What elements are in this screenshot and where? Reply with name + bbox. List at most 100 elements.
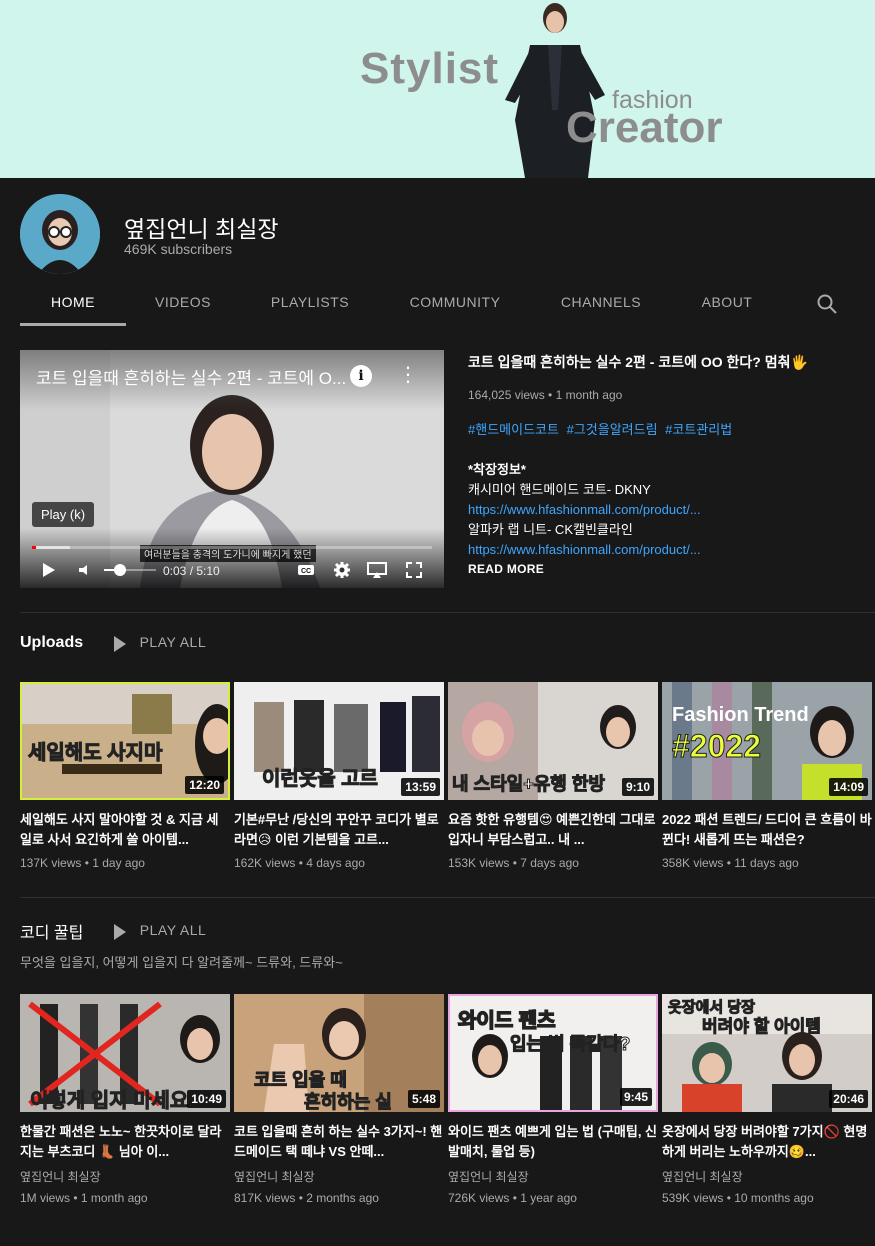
info-icon[interactable]: i (350, 365, 372, 387)
video-title[interactable]: 2022 패션 트렌드/ 드디어 큰 흐름이 바뀐다! 새롭게 뜨는 패션은? (662, 810, 872, 850)
banner-text-stylist: Stylist (360, 44, 500, 93)
video-channel[interactable]: 옆집언니 최실장 (234, 1168, 444, 1185)
thumbnail-text-sub: 입는 법 똑같다? (509, 1034, 631, 1055)
video-thumbnail[interactable]: 세일해도 사지마 12:20 (20, 682, 230, 800)
play-icon (113, 923, 126, 940)
play-icon[interactable] (40, 560, 58, 580)
thumbnail-text-year: #2022 (672, 728, 762, 765)
video-meta: 726K views • 1 year ago (448, 1191, 577, 1205)
search-icon[interactable] (815, 292, 839, 316)
featured-video-player[interactable]: 코트 입을때 흔히하는 실수 2편 - 코트에 O... i ⋮ Play (k… (20, 350, 444, 588)
video-meta: 1M views • 1 month ago (20, 1191, 148, 1205)
video-title[interactable]: 요즘 핫한 유행템😍 예쁜긴한데 그대로 입자니 부담스럽고.. 내 ... (448, 810, 658, 850)
video-card[interactable]: 옷장에서 당장 버려야 할 아이템 20:46 옷장에서 당장 버려야할 7가지… (662, 994, 872, 1205)
video-thumbnail[interactable]: 옷장에서 당장 버려야 할 아이템 20:46 (662, 994, 872, 1112)
video-thumbnail[interactable]: 이렇게 입지 마세요 10:49 (20, 994, 230, 1112)
video-channel[interactable]: 옆집언니 최실장 (20, 1168, 230, 1185)
video-title[interactable]: 옷장에서 당장 버려야할 7가지🚫 현명하게 버리는 노하우까지🥴... (662, 1122, 872, 1162)
settings-gear-icon[interactable] (332, 560, 352, 580)
video-title[interactable]: 세일해도 사지 말아야할 것 & 지금 세일로 사서 요긴하게 쓸 아이템... (20, 810, 230, 850)
shelf-header-coordi-tips: 코디 꿀팁 PLAY ALL (20, 919, 206, 943)
video-card[interactable]: 이런옷을 고르 13:59 기본#무난 /당신의 꾸안꾸 코디가 별로라면😥 이… (234, 682, 444, 870)
thumbnail-text: 세일해도 사지마 (27, 742, 163, 765)
video-title[interactable]: 한물간 패션은 노노~ 한끗차이로 달라지는 부츠코디 👢 님아 이... (20, 1122, 230, 1162)
video-description: *착장정보* 캐시미어 핸드메이드 코트- DKNY https://www.h… (468, 460, 868, 560)
video-card[interactable]: 코트 입을 때 흔히하는 실 5:48 코트 입을때 흔히 하는 실수 3가지~… (234, 994, 444, 1205)
thumbnail-text: 와이드 팬츠 (457, 1009, 556, 1033)
video-meta: 817K views • 2 months ago (234, 1191, 379, 1205)
desc-line: 캐시미어 핸드메이드 코트- DKNY (468, 482, 651, 497)
play-all-button[interactable]: PLAY ALL (113, 922, 207, 940)
section-divider (20, 897, 875, 898)
avatar-image (20, 194, 100, 274)
video-card[interactable]: 내 스타일+유행 한방 9:10 요즘 핫한 유행템😍 예쁜긴한데 그대로 입자… (448, 682, 658, 870)
video-duration: 5:48 (407, 1090, 440, 1108)
video-meta: 153K views • 7 days ago (448, 856, 579, 870)
video-thumbnail[interactable]: 이런옷을 고르 13:59 (234, 682, 444, 800)
video-card[interactable]: 세일해도 사지마 12:20 세일해도 사지 말아야할 것 & 지금 세일로 사… (20, 682, 230, 870)
video-meta: 539K views • 10 months ago (662, 1191, 814, 1205)
fullscreen-icon[interactable] (404, 560, 424, 580)
tab-home[interactable]: HOME (20, 280, 126, 326)
video-duration: 12:20 (185, 776, 224, 794)
desc-line: 알파카 랩 니트- CK캘빈클라인 (468, 522, 633, 537)
featured-video-title[interactable]: 코트 입을때 흔히하는 실수 2편 - 코트에 OO 한다? 멈춰🖐 (468, 352, 868, 372)
channel-tabs: HOME VIDEOS PLAYLISTS COMMUNITY CHANNELS… (0, 280, 875, 326)
video-duration: 9:10 (621, 778, 654, 796)
video-title[interactable]: 코트 입을때 흔히 하는 실수 3가지~! 핸드메이드 택 떼냐 VS 안떼..… (234, 1122, 444, 1162)
video-meta: 162K views • 4 days ago (234, 856, 365, 870)
hashtag-link[interactable]: #그것을알려드림 (567, 422, 658, 437)
channel-banner: Stylist fashion Creator (0, 0, 875, 178)
desc-link[interactable]: https://www.hfashionmall.com/product/... (468, 500, 868, 520)
banner-text-creator: Creator (566, 103, 723, 152)
video-card[interactable]: Fashion Trend #2022 14:09 2022 패션 트렌드/ 드… (662, 682, 872, 870)
captions-icon[interactable]: CC (296, 560, 316, 580)
play-all-button[interactable]: PLAY ALL (113, 634, 207, 652)
tab-about[interactable]: ABOUT (688, 280, 766, 326)
play-all-label: PLAY ALL (139, 922, 207, 939)
tab-videos[interactable]: VIDEOS (140, 280, 226, 326)
tab-community[interactable]: COMMUNITY (396, 280, 514, 326)
play-tooltip: Play (k) (32, 502, 95, 527)
shelf-title[interactable]: 코디 꿀팁 (20, 919, 83, 943)
thumbnail-text: 이런옷을 고르 (262, 768, 379, 791)
hashtag-link[interactable]: #핸드메이드코트 (468, 422, 559, 437)
video-channel[interactable]: 옆집언니 최실장 (448, 1168, 658, 1185)
video-thumbnail[interactable]: 내 스타일+유행 한방 9:10 (448, 682, 658, 800)
progress-bar[interactable] (32, 546, 432, 549)
thumbnail-text-sub: 흔히하는 실 (304, 1092, 393, 1113)
airplay-icon[interactable] (366, 560, 388, 580)
tab-channels[interactable]: CHANNELS (548, 280, 654, 326)
video-title[interactable]: 와이드 팬츠 예쁘게 입는 법 (구매팁, 신발매치, 룰업 등) (448, 1122, 658, 1162)
shelf-title[interactable]: Uploads (20, 634, 83, 652)
svg-text:CC: CC (301, 568, 311, 575)
more-vert-icon[interactable]: ⋮ (398, 364, 418, 388)
video-channel[interactable]: 옆집언니 최실장 (662, 1168, 872, 1185)
video-card[interactable]: 와이드 팬츠 입는 법 똑같다? 9:45 와이드 팬츠 예쁘게 입는 법 (구… (448, 994, 658, 1205)
video-card[interactable]: 이렇게 입지 마세요 10:49 한물간 패션은 노노~ 한끗차이로 달라지는 … (20, 994, 230, 1205)
desc-heading: *착장정보* (468, 462, 526, 477)
volume-slider[interactable] (102, 560, 158, 580)
thumbnail-text-sub: 버려야 할 아이템 (702, 1017, 822, 1037)
play-all-label: PLAY ALL (139, 634, 207, 651)
volume-icon[interactable] (76, 560, 94, 580)
hashtag-link[interactable]: #코트관리법 (665, 422, 732, 437)
read-more-button[interactable]: READ MORE (468, 562, 868, 576)
video-thumbnail[interactable]: 코트 입을 때 흔히하는 실 5:48 (234, 994, 444, 1112)
subscriber-count: 469K subscribers (124, 241, 233, 257)
video-thumbnail[interactable]: Fashion Trend #2022 14:09 (662, 682, 872, 800)
video-title[interactable]: 기본#무난 /당신의 꾸안꾸 코디가 별로라면😥 이런 기본템을 고르... (234, 810, 444, 850)
player-title[interactable]: 코트 입을때 흔히하는 실수 2편 - 코트에 O... (36, 364, 346, 389)
video-meta: 358K views • 11 days ago (662, 856, 799, 870)
tab-playlists[interactable]: PLAYLISTS (258, 280, 362, 326)
desc-link[interactable]: https://www.hfashionmall.com/product/... (468, 540, 868, 560)
video-duration: 9:45 (619, 1088, 652, 1106)
featured-video-meta: 164,025 views • 1 month ago (468, 388, 623, 402)
channel-avatar[interactable] (20, 194, 100, 274)
video-thumbnail[interactable]: 와이드 팬츠 입는 법 똑같다? 9:45 (448, 994, 658, 1112)
video-duration: 13:59 (401, 778, 440, 796)
thumbnail-text: 내 스타일+유행 한방 (452, 774, 606, 795)
shelf-description: 무엇을 입을지, 어떻게 입을지 다 알려줄께~ 드류와, 드류와~ (20, 955, 343, 970)
hashtags: #핸드메이드코트 #그것을알려드림 #코트관리법 (468, 419, 868, 438)
thumbnail-text: 이렇게 입지 마세요 (29, 1090, 189, 1113)
